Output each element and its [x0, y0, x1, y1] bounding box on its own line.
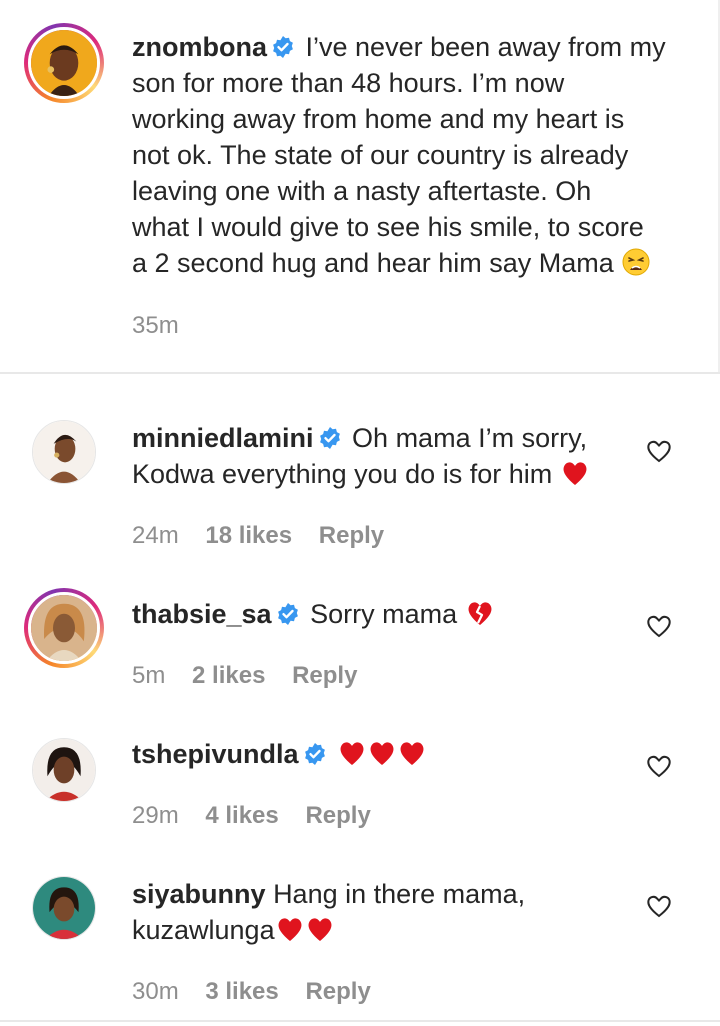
comment-username[interactable]: thabsie_sa	[132, 599, 272, 629]
comment-line-1: Oh mama I’m sorry,	[352, 423, 588, 453]
comment-timestamp: 30m	[132, 978, 179, 1005]
profile-photo-icon	[31, 595, 97, 661]
caption-line-7: a 2 second hug and hear him say Mama	[132, 248, 614, 278]
comment-meta: 24m 18 likes Reply	[132, 522, 404, 550]
comment-text: tshepivundla	[132, 736, 612, 772]
broken-heart-emoji-icon	[468, 602, 492, 625]
profile-photo-icon	[33, 877, 95, 939]
comment-meta: 30m 3 likes Reply	[132, 978, 391, 1006]
divider	[0, 1020, 720, 1022]
reply-button[interactable]: Reply	[292, 662, 357, 689]
comment-timestamp: 29m	[132, 802, 179, 829]
caption-line-6: what I would give to see his smile, to s…	[132, 212, 644, 242]
red-heart-emoji-icon	[308, 918, 332, 941]
reply-button[interactable]: Reply	[319, 522, 384, 549]
reply-button[interactable]: Reply	[305, 802, 370, 829]
likes-count[interactable]: 4 likes	[205, 802, 278, 829]
profile-photo-icon	[31, 30, 97, 96]
comment-line-2: kuzawlunga	[132, 915, 275, 945]
caption-username[interactable]: znombona	[132, 32, 267, 62]
comment-timestamp: 24m	[132, 522, 179, 549]
profile-photo-icon	[33, 421, 95, 483]
like-heart-icon[interactable]	[646, 894, 672, 918]
comment-text: minniedlamini Oh mama I’m sorry, Kodwa e…	[132, 420, 632, 492]
verified-badge-icon	[273, 36, 293, 58]
comment-username[interactable]: siyabunny	[132, 879, 266, 909]
avatar[interactable]	[24, 23, 104, 103]
profile-photo-icon	[33, 739, 95, 801]
comment-line-2: Kodwa everything you do is for him	[132, 459, 553, 489]
red-heart-emoji-icon	[278, 918, 302, 941]
avatar[interactable]	[32, 420, 96, 484]
caption-line-1: I’ve never been away from my	[305, 32, 666, 62]
verified-badge-icon	[277, 603, 298, 625]
caption-meta: 35m	[132, 312, 199, 340]
caption-timestamp: 35m	[132, 312, 179, 339]
like-heart-icon[interactable]	[646, 439, 672, 463]
reply-button[interactable]: Reply	[305, 978, 370, 1005]
avatar[interactable]	[32, 738, 96, 802]
comment-meta: 29m 4 likes Reply	[132, 802, 391, 830]
comment-line-1: Sorry mama	[310, 599, 458, 629]
likes-count[interactable]: 3 likes	[205, 978, 278, 1005]
red-heart-emoji-icon	[400, 742, 424, 765]
caption-line-5: leaving one with a nasty aftertaste. Oh	[132, 176, 592, 206]
comment-meta: 5m 2 likes Reply	[132, 662, 377, 690]
likes-count[interactable]: 2 likes	[192, 662, 265, 689]
comment-text: thabsie_sa Sorry mama	[132, 596, 612, 632]
verified-badge-icon	[319, 427, 340, 449]
comment-timestamp: 5m	[132, 662, 166, 689]
weary-face-emoji-icon	[622, 248, 650, 276]
comment-username[interactable]: minniedlamini	[132, 423, 314, 453]
caption-line-2: son for more than 48 hours. I’m now	[132, 68, 565, 98]
red-heart-emoji-icon	[340, 742, 364, 765]
avatar[interactable]	[24, 588, 104, 668]
caption-text: znombona I’ve never been away from my so…	[132, 29, 692, 281]
divider	[0, 372, 720, 374]
like-heart-icon[interactable]	[646, 754, 672, 778]
verified-badge-icon	[304, 743, 325, 765]
like-heart-icon[interactable]	[646, 614, 672, 638]
caption-line-3: working away from home and my heart is	[132, 104, 625, 134]
red-heart-emoji-icon	[563, 462, 587, 485]
red-heart-emoji-icon	[370, 742, 394, 765]
post-caption: znombona I’ve never been away from my so…	[0, 0, 720, 372]
comment-text: siyabunny Hang in there mama, kuzawlunga	[132, 876, 612, 948]
caption-line-4: not ok. The state of our country is alre…	[132, 140, 629, 170]
comment-username[interactable]: tshepivundla	[132, 739, 299, 769]
avatar[interactable]	[32, 876, 96, 940]
comment-line-1: Hang in there mama,	[273, 879, 526, 909]
likes-count[interactable]: 18 likes	[205, 522, 292, 549]
